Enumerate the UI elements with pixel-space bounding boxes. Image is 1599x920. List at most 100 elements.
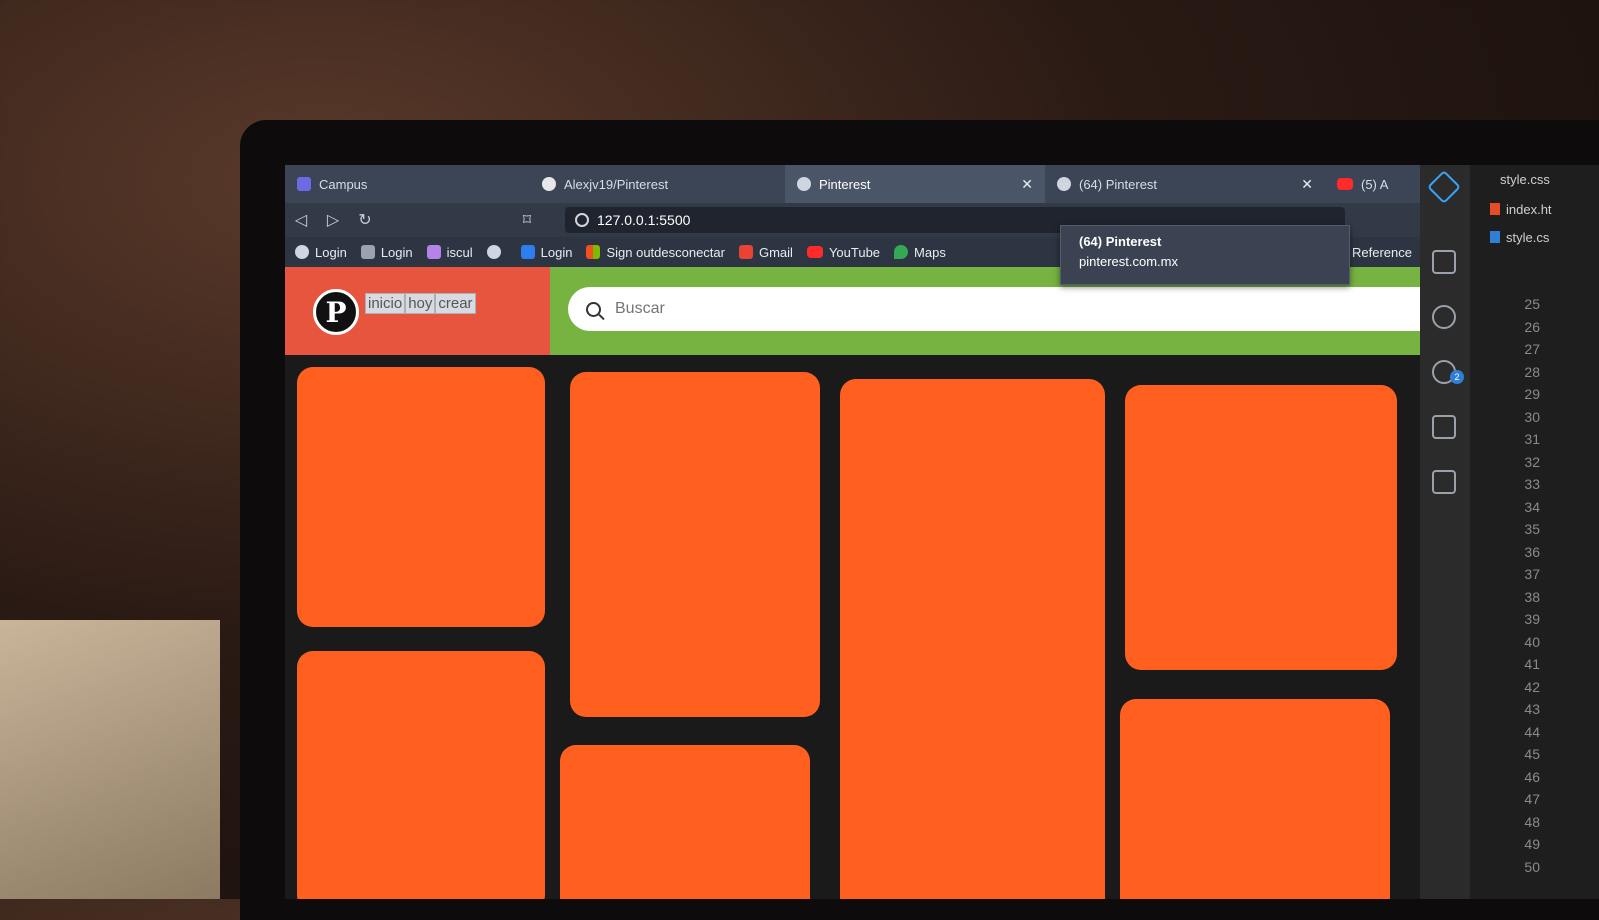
line-number: 41	[1524, 656, 1540, 672]
editor-tab-label: style.css	[1500, 171, 1550, 187]
bookmark-reference[interactable]: Reference	[1352, 245, 1420, 260]
bookmark-login-3[interactable]: Login	[520, 244, 573, 260]
tab-pinterest-64[interactable]: (64) Pinterest ✕	[1045, 165, 1325, 203]
pin-card[interactable]	[570, 372, 820, 717]
header-left: P inicio hoy crear	[285, 267, 550, 355]
tab-label: Alexjv19/Pinterest	[564, 176, 669, 192]
line-number: 32	[1524, 453, 1540, 470]
globe-icon	[295, 245, 309, 259]
editor-tab-style-cs[interactable]: style.cs	[1470, 223, 1599, 251]
bookmark-iscul[interactable]: iscul	[426, 245, 473, 260]
microsoft-icon	[586, 245, 601, 259]
line-number: 26	[1524, 318, 1540, 335]
line-number: 49	[1524, 836, 1540, 852]
pin-card[interactable]	[560, 745, 810, 899]
tab-pinterest-active[interactable]: Pinterest ✕	[785, 165, 1045, 203]
pin-card[interactable]	[840, 379, 1105, 899]
pin-card[interactable]	[297, 651, 545, 899]
tab-youtube[interactable]: (5) A	[1325, 165, 1420, 203]
youtube-icon	[806, 246, 823, 258]
pin-card[interactable]	[1120, 699, 1390, 899]
explorer-icon[interactable]	[1432, 250, 1456, 274]
search-icon	[586, 301, 601, 317]
editor-tab-label: index.ht	[1506, 201, 1552, 217]
maps-icon	[894, 245, 909, 259]
forward-icon[interactable]: ▷	[317, 210, 349, 230]
pin-card[interactable]	[297, 367, 545, 627]
bookmark-youtube[interactable]: YouTube	[806, 244, 881, 260]
bookmark-globe[interactable]	[486, 245, 507, 259]
pinterest-page: P inicio hoy crear	[285, 267, 1438, 899]
editor-tab-style-css[interactable]: style.css	[1500, 165, 1550, 193]
bookmark-icon[interactable]: ⌑	[511, 210, 543, 230]
line-number: 36	[1524, 543, 1540, 560]
pin-card[interactable]	[1125, 385, 1397, 670]
bookmark-login-1[interactable]: Login	[295, 245, 347, 260]
bookmark-label: Sign outdesconectar	[606, 244, 725, 260]
atlassian-icon	[520, 245, 535, 259]
bookmark-gmail[interactable]: Gmail	[738, 244, 793, 260]
editor-tab-index-html[interactable]: index.ht	[1470, 195, 1599, 223]
close-icon[interactable]: ✕	[1301, 176, 1313, 193]
app-icon	[426, 245, 441, 259]
tab-label: (5) A	[1361, 176, 1389, 192]
tab-github[interactable]: Alexjv19/Pinterest	[530, 165, 785, 203]
activity-bar: 2	[1420, 165, 1470, 899]
screen: Campus Alexjv19/Pinterest Pinterest ✕ (6…	[285, 165, 1599, 899]
search-bar[interactable]	[568, 287, 1438, 331]
line-number: 44	[1524, 723, 1540, 740]
bookmark-label: Login	[380, 244, 413, 260]
line-number: 46	[1524, 768, 1540, 785]
bookmark-login-2[interactable]: Login	[360, 244, 413, 260]
nav-link-crear[interactable]: crear	[435, 293, 476, 314]
tab-strip: Campus Alexjv19/Pinterest Pinterest ✕ (6…	[285, 165, 1420, 203]
tab-label: (64) Pinterest	[1079, 176, 1158, 192]
line-number: 30	[1524, 408, 1540, 425]
github-icon	[542, 177, 556, 191]
line-number: 31	[1524, 431, 1540, 447]
bookmark-label: Gmail	[758, 244, 793, 260]
bookmark-label: Maps	[914, 244, 946, 260]
back-icon[interactable]: ◁	[285, 210, 317, 230]
bookmark-label: Login	[540, 244, 573, 260]
line-number: 38	[1524, 588, 1540, 605]
nav-links: inicio hoy crear	[365, 293, 476, 314]
campus-icon	[297, 177, 311, 191]
vscode-window: 2 style.css index.ht style.cs 25 26 27 28 29…	[1420, 165, 1599, 899]
youtube-icon	[1337, 178, 1353, 190]
line-number-gutter: 25 26 27 28 29 30 31 32 33 34 35 36 37 38 39 40 41 42 43 44…	[1490, 293, 1540, 878]
line-number: 34	[1524, 498, 1540, 515]
close-icon[interactable]: ✕	[1021, 176, 1033, 193]
line-number: 50	[1524, 858, 1540, 875]
bookmark-sign-out[interactable]: Sign outdesconectar	[586, 245, 725, 260]
tab-label: Campus	[319, 176, 368, 192]
editor-tab-label: style.cs	[1506, 229, 1550, 245]
globe-icon	[486, 245, 501, 259]
bookmark-maps[interactable]: Maps	[894, 245, 946, 260]
vscode-logo-icon	[1427, 170, 1461, 204]
line-number: 29	[1524, 386, 1540, 402]
pinterest-logo[interactable]: P	[313, 289, 359, 335]
nav-link-hoy[interactable]: hoy	[405, 293, 436, 314]
search-icon[interactable]	[1432, 305, 1456, 329]
app-icon	[360, 245, 375, 259]
line-number: 39	[1524, 611, 1540, 627]
tab-tooltip: (64) Pinterest pinterest.com.mx	[1060, 225, 1350, 285]
line-number: 25	[1524, 296, 1540, 312]
bookmark-label: Login	[315, 244, 347, 260]
line-number: 48	[1524, 813, 1540, 830]
tab-campus[interactable]: Campus	[285, 165, 530, 203]
reload-icon[interactable]: ↻	[349, 210, 381, 230]
bookmark-label: YouTube	[828, 244, 881, 260]
site-info-icon[interactable]	[575, 213, 589, 227]
extensions-icon[interactable]	[1432, 470, 1456, 494]
address-text: 127.0.0.1:5500	[597, 212, 691, 228]
background-table	[0, 620, 220, 899]
line-number: 42	[1524, 678, 1540, 695]
search-input[interactable]	[613, 299, 1217, 319]
tooltip-title: (64) Pinterest	[1079, 234, 1162, 249]
line-number: 43	[1524, 701, 1540, 717]
line-number: 35	[1524, 521, 1540, 537]
run-debug-icon[interactable]	[1432, 415, 1456, 439]
nav-link-inicio[interactable]: inicio	[365, 293, 406, 314]
